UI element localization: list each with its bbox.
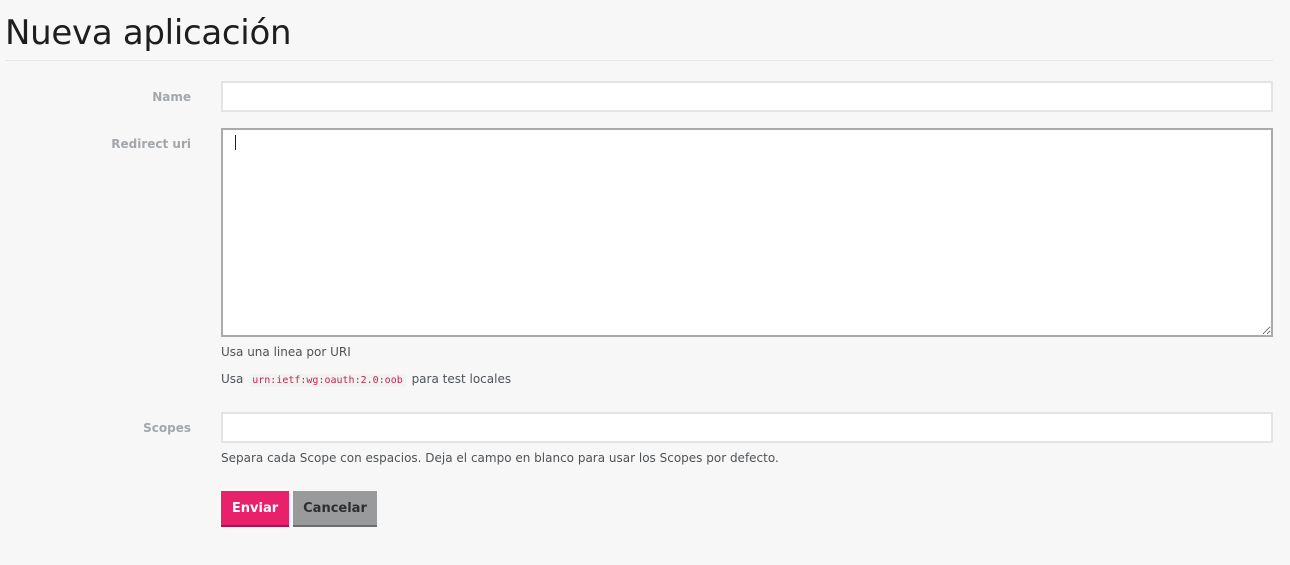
scopes-input[interactable]	[221, 412, 1273, 443]
hint-suffix: para test locales	[411, 372, 512, 386]
text-cursor	[235, 135, 236, 150]
scopes-label: Scopes	[143, 421, 191, 435]
redirect-uri-label: Redirect uri	[111, 137, 191, 151]
oob-uri-code: urn:ietf:wg:oauth:2.0:oob	[249, 374, 406, 387]
name-input[interactable]	[221, 81, 1273, 112]
redirect-uri-hint-local-test: Usa urn:ietf:wg:oauth:2.0:oob para test …	[221, 371, 511, 389]
submit-button[interactable]: Enviar	[221, 491, 289, 527]
cancel-button[interactable]: Cancelar	[293, 491, 377, 527]
redirect-uri-hint-one-per-line: Usa una linea por URI	[221, 345, 351, 359]
scopes-hint: Separa cada Scope con espacios. Deja el …	[221, 451, 779, 465]
hint-prefix: Usa	[221, 372, 244, 386]
name-label: Name	[152, 90, 191, 104]
page-title: Nueva aplicación	[5, 13, 292, 53]
title-divider	[5, 60, 1273, 61]
redirect-uri-textarea[interactable]	[221, 128, 1273, 337]
